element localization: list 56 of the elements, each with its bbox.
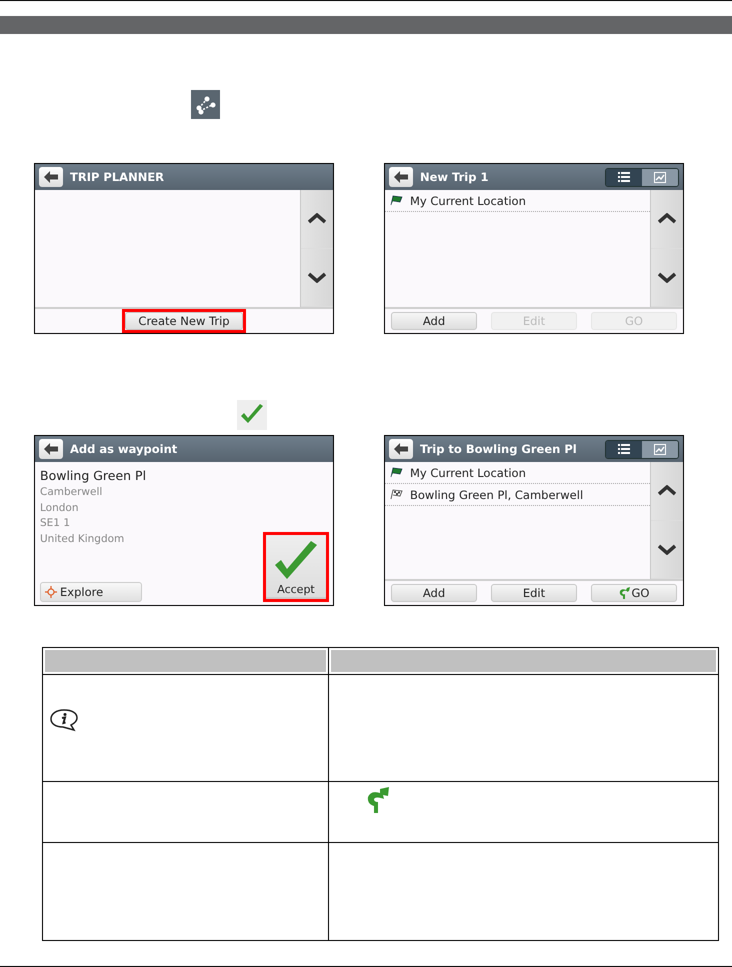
action-button[interactable]: Add [391, 584, 477, 602]
place-name: Bowling Green Pl [40, 468, 148, 483]
action-button[interactable]: Add [391, 312, 477, 330]
scroll-up-button[interactable] [301, 190, 333, 248]
u-turn-arrow-icon [366, 786, 390, 813]
address-line: Camberwell [40, 485, 104, 500]
waypoint-item[interactable]: Bowling Green Pl, Camberwell [385, 484, 650, 506]
chart-icon [654, 172, 666, 182]
address-line: SE1 1 [40, 516, 71, 531]
chevron-down-icon [308, 272, 326, 283]
back-button[interactable] [389, 167, 413, 187]
screen-title: Add as waypoint [70, 442, 178, 456]
back-arrow-icon [394, 171, 408, 183]
action-button[interactable]: GO [591, 584, 677, 602]
scroll-down-button[interactable] [301, 248, 333, 307]
waypoint-item[interactable]: My Current Location [385, 190, 650, 212]
map-view-tab[interactable] [642, 440, 678, 458]
list-view-tab[interactable] [606, 168, 642, 186]
chevron-up-icon [658, 485, 676, 496]
list-icon [618, 444, 630, 454]
accept-button[interactable]: Accept [266, 535, 326, 599]
back-button[interactable] [39, 439, 63, 459]
chevron-down-icon [658, 544, 676, 555]
list-view-tab[interactable] [606, 440, 642, 458]
address-line: United Kingdom [40, 532, 126, 546]
back-button[interactable] [39, 167, 63, 187]
map-view-tab[interactable] [642, 168, 678, 186]
back-arrow-icon [44, 171, 58, 183]
back-button[interactable] [389, 439, 413, 459]
chart-icon [654, 444, 666, 454]
scroll-up-button[interactable] [651, 462, 683, 520]
check-icon [237, 400, 267, 430]
flag-icon [390, 467, 404, 478]
crosshair-icon [45, 586, 57, 598]
chevron-up-icon [658, 213, 676, 224]
scroll-down-button[interactable] [651, 248, 683, 307]
u-turn-arrow-icon [618, 587, 630, 599]
back-arrow-icon [44, 443, 58, 455]
address-line: London [40, 500, 80, 516]
back-arrow-icon [394, 443, 408, 455]
explore-button[interactable]: Explore [40, 582, 142, 602]
scroll-down-button[interactable] [651, 520, 683, 579]
screen-title: New Trip 1 [420, 170, 490, 184]
scroll-up-button[interactable] [651, 190, 683, 248]
waypoint-item[interactable]: My Current Location [385, 462, 650, 484]
chevron-down-icon [658, 272, 676, 283]
list-icon [618, 172, 630, 182]
screen-title: TRIP PLANNER [70, 170, 166, 184]
chevron-up-icon [308, 213, 326, 224]
flag-icon [390, 195, 404, 206]
action-button[interactable]: Edit [491, 584, 577, 602]
route-icon [191, 90, 220, 119]
checkered-flag-icon [390, 489, 404, 500]
screen-title: Trip to Bowling Green Pl [420, 442, 578, 456]
action-button[interactable]: Create New Trip [125, 312, 243, 330]
info-icon [50, 708, 78, 732]
